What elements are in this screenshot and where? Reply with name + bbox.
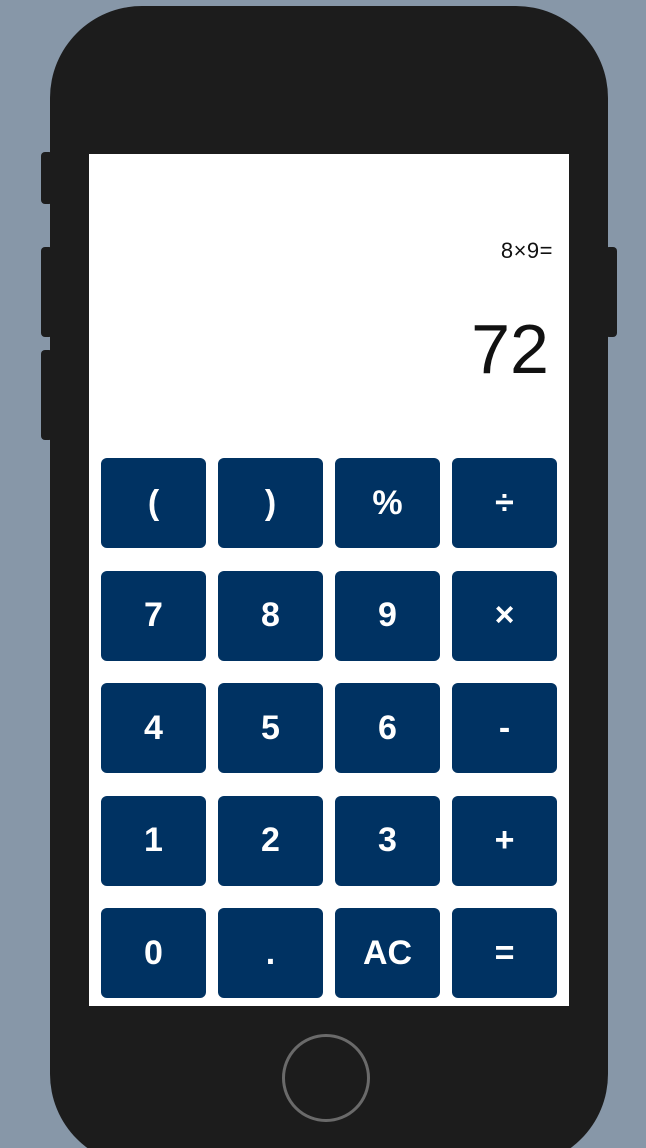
digit-4-key[interactable]: 4 [101, 683, 206, 773]
home-button[interactable] [282, 1034, 370, 1122]
close-paren-key[interactable]: ) [218, 458, 323, 548]
divide-key[interactable]: ÷ [452, 458, 557, 548]
digit-2-key[interactable]: 2 [218, 795, 323, 886]
open-paren-key[interactable]: ( [101, 458, 206, 548]
digit-0-key[interactable]: 0 [101, 908, 206, 998]
decimal-key[interactable]: . [218, 908, 323, 998]
result-display: 72 [471, 310, 549, 388]
device-stage: 8×9= 72 ( ) % ÷ 7 8 9 × 4 5 6 - 1 2 3 + … [0, 0, 646, 1148]
digit-7-key[interactable]: 7 [101, 570, 206, 661]
calculator-screen: 8×9= 72 ( ) % ÷ 7 8 9 × 4 5 6 - 1 2 3 + … [89, 154, 569, 1006]
digit-5-key[interactable]: 5 [218, 683, 323, 773]
equals-key[interactable]: = [452, 908, 557, 998]
digit-6-key[interactable]: 6 [335, 683, 440, 773]
subtract-key[interactable]: - [452, 683, 557, 773]
multiply-key[interactable]: × [452, 570, 557, 661]
keypad: ( ) % ÷ 7 8 9 × 4 5 6 - 1 2 3 + 0 . AC = [101, 458, 557, 998]
digit-3-key[interactable]: 3 [335, 795, 440, 886]
expression-display: 8×9= [500, 238, 553, 263]
digit-9-key[interactable]: 9 [335, 570, 440, 661]
add-key[interactable]: + [452, 795, 557, 886]
all-clear-key[interactable]: AC [335, 908, 440, 998]
percent-key[interactable]: % [335, 458, 440, 548]
digit-1-key[interactable]: 1 [101, 795, 206, 886]
digit-8-key[interactable]: 8 [218, 570, 323, 661]
